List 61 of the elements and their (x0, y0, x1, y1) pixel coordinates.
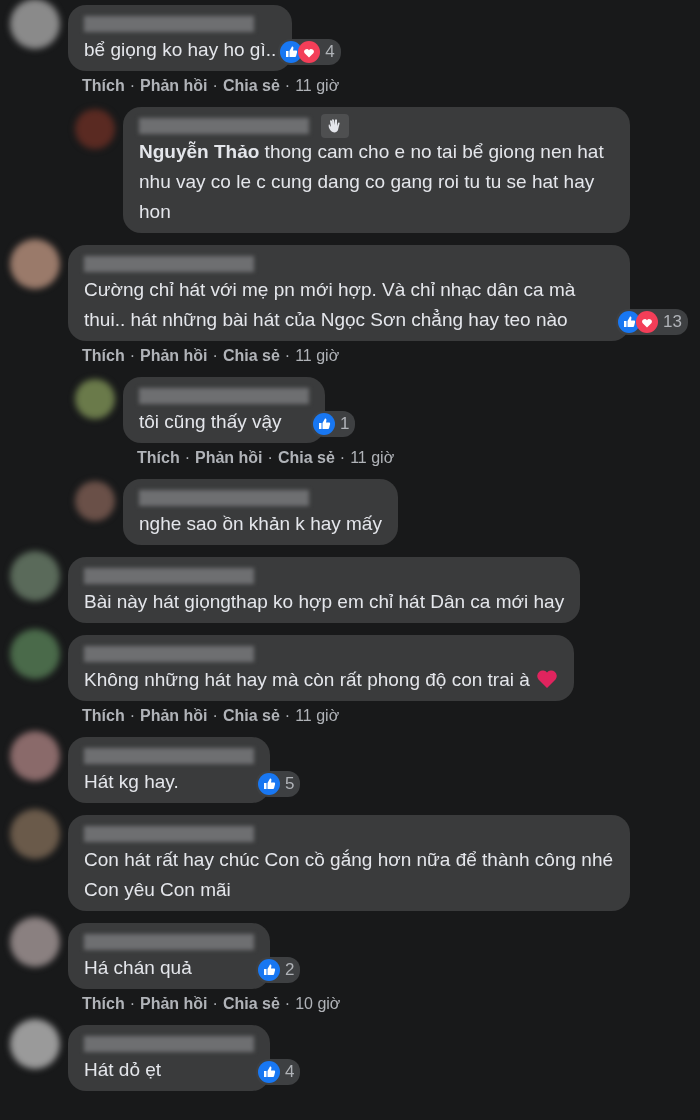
avatar[interactable] (10, 917, 60, 967)
comment-text: Cường chỉ hát với mẹ pn mới hợp. Và chỉ nhạc dân ca mà thui.. hát những bài hát của Ngọc Sơn chẳng hay teo nào (84, 278, 577, 332)
timestamp: 11 giờ (295, 347, 340, 365)
avatar[interactable] (10, 0, 60, 49)
action-link[interactable]: Phản hồi (140, 77, 208, 95)
comment-text: bể giọng ko hay ho gì.. (84, 38, 277, 62)
action-link[interactable]: Phản hồi (140, 347, 208, 365)
comment-text: Há chán quả (84, 956, 193, 980)
separator-dot: · (212, 77, 218, 95)
comment-text: Con hát rất hay chúc Con cồ gắng hơn nữa để thành công nhé Con yêu Con mãi (84, 848, 614, 902)
separator-dot: · (129, 347, 135, 365)
action-link[interactable]: Thích (82, 347, 125, 365)
avatar[interactable] (10, 629, 60, 679)
action-link[interactable]: Chia sẻ (222, 77, 280, 95)
separator-dot: · (284, 707, 291, 725)
action-link[interactable]: Phản hồi (195, 449, 263, 467)
separator-dot: · (212, 347, 218, 365)
separator-dot: · (267, 449, 273, 467)
comment-text: Hát dỏ ẹt (84, 1058, 163, 1082)
avatar[interactable] (10, 809, 60, 859)
action-link[interactable]: Phản hồi (140, 995, 208, 1013)
separator-dot: · (129, 77, 135, 95)
comment-text: Không những hát hay mà còn rất phong độ con trai à (84, 665, 558, 695)
timestamp: 11 giờ (350, 449, 395, 467)
separator-dot: · (284, 77, 291, 95)
reaction-count[interactable]: 4 (278, 39, 341, 65)
comment-text: Nguyễn Thảo thong cam cho e no tai bể giong nen hat nhu vay co le c cung dang co gang roi tu tu se hat hay hon (139, 140, 605, 224)
reaction-count[interactable]: 5 (256, 771, 301, 797)
avatar[interactable] (10, 239, 60, 289)
reaction-count[interactable]: 4 (256, 1059, 301, 1085)
separator-dot: · (339, 449, 346, 467)
separator-dot: · (129, 707, 135, 725)
comment-text: tôi cũng thấy vậy (139, 410, 283, 434)
action-link[interactable]: Chia sẻ (222, 347, 280, 365)
avatar[interactable] (10, 731, 60, 781)
action-link[interactable]: Chia sẻ (222, 707, 280, 725)
timestamp: 10 giờ (295, 995, 341, 1013)
avatar[interactable] (10, 1019, 60, 1069)
action-link[interactable]: Thích (82, 995, 125, 1013)
action-link[interactable]: Chia sẻ (277, 449, 335, 467)
separator-dot: · (212, 995, 218, 1013)
action-link[interactable]: Thích (137, 449, 180, 467)
action-link[interactable]: Thích (82, 77, 125, 95)
avatar[interactable] (75, 379, 115, 419)
comment-text: nghe sao ồn khản k hay mấy (139, 512, 382, 536)
timestamp: 11 giờ (295, 77, 340, 95)
avatar[interactable] (10, 551, 60, 601)
separator-dot: · (129, 995, 135, 1013)
reaction-count[interactable]: 2 (256, 957, 301, 983)
action-link[interactable]: Chia sẻ (222, 995, 280, 1013)
action-link[interactable]: Thích (82, 707, 125, 725)
reaction-count[interactable]: 13 (616, 309, 688, 335)
separator-dot: · (184, 449, 190, 467)
reaction-count[interactable]: 1 (311, 411, 356, 437)
timestamp: 11 giờ (295, 707, 340, 725)
separator-dot: · (284, 347, 291, 365)
separator-dot: · (212, 707, 218, 725)
comment-text: Hát kg hay. (84, 770, 180, 794)
action-link[interactable]: Phản hồi (140, 707, 208, 725)
separator-dot: · (284, 995, 291, 1013)
comment-text: Bài này hát giọngthap ko hợp em chỉ hát Dân ca mới hay (84, 590, 565, 614)
